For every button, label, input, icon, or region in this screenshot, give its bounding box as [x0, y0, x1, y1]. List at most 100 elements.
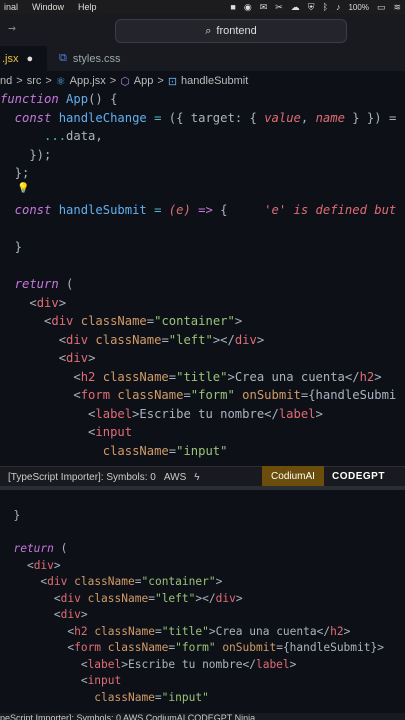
code-token: > [88, 351, 96, 365]
breadcrumb-item[interactable]: handleSubmit [181, 75, 248, 87]
code-line[interactable]: <div> [0, 607, 405, 624]
code-editor-bottom[interactable]: } return ( <div> <div className="contain… [0, 508, 405, 713]
css-file-icon: ⧉ [59, 52, 67, 64]
codium-button[interactable]: CodiumAI [262, 466, 324, 486]
bluetooth-icon[interactable]: ᛒ [323, 2, 328, 12]
code-token: = [146, 110, 169, 125]
code-line[interactable]: className="input" [0, 442, 405, 461]
menu-window[interactable]: Window [32, 2, 64, 12]
code-line[interactable] [0, 257, 405, 276]
code-line[interactable]: <label>Escribe tu nombre</label> [0, 405, 405, 424]
tab-label: styles.css [72, 52, 121, 65]
code-line[interactable]: <form className="form" onSubmit={handleS… [0, 386, 405, 405]
plug-icon[interactable]: ϟ [194, 472, 199, 483]
wifi-icon[interactable]: ≋ [393, 2, 401, 13]
code-token: "form" [190, 388, 243, 402]
code-line[interactable]: <input [0, 423, 405, 442]
battery-icon[interactable]: ▭ [377, 2, 386, 13]
code-line[interactable]: <div className="container"> [0, 312, 405, 331]
code-token: >Crea una cuenta</ [208, 624, 331, 638]
code-line[interactable]: className="input" [0, 690, 405, 707]
scissors-icon[interactable]: ✂ [275, 2, 283, 13]
breadcrumb-item[interactable]: src [27, 75, 42, 87]
code-token: 'e' is defined but [227, 203, 397, 217]
shield-icon[interactable]: ⛨ [308, 2, 315, 13]
code-token: < [0, 295, 37, 310]
code-line[interactable]: type="text" [0, 460, 405, 462]
code-token: ( [66, 277, 74, 291]
code-token: = [154, 624, 162, 638]
camera-icon[interactable]: ■ [230, 2, 235, 12]
code-line[interactable] [0, 183, 405, 202]
mail-icon[interactable]: ✉ [260, 2, 268, 13]
split-divider [0, 486, 405, 490]
code-token: App [66, 92, 89, 106]
modified-dot-icon[interactable]: ● [27, 53, 34, 65]
code-line[interactable]: <input [0, 673, 405, 690]
code-token: className [74, 575, 135, 588]
breadcrumb-separator: > [157, 75, 164, 87]
code-token: < [0, 657, 88, 671]
code-line[interactable]: <div className="left"></div> [0, 591, 405, 608]
code-line[interactable]: <div className="left"></div> [0, 331, 405, 350]
code-token: className [102, 369, 169, 384]
react-file-icon: ⚛ [55, 75, 66, 88]
code-line[interactable]: <div> [0, 294, 405, 313]
breadcrumb-separator: > [109, 75, 117, 87]
battery-percent: 100% [348, 2, 369, 12]
breadcrumb-item[interactable]: App [134, 75, 154, 87]
breadcrumb-item[interactable]: nd [0, 75, 12, 87]
code-line[interactable]: return ( [0, 541, 405, 558]
code-line[interactable]: <div> [0, 349, 405, 368]
forward-arrow-icon[interactable]: → [8, 21, 16, 36]
volume-icon[interactable]: ♪ [336, 2, 341, 12]
code-line[interactable]: <h2 className="title">Crea una cuenta</h… [0, 368, 405, 387]
code-line[interactable] [0, 220, 405, 239]
code-token: name [315, 110, 345, 125]
code-token: }); [0, 147, 52, 162]
tab-app-jsx[interactable]: .jsx ● [0, 46, 47, 71]
code-line[interactable]: <label>Escribe tu nombre</label> [0, 657, 405, 674]
tab-styles-css[interactable]: ⧉ styles.css [45, 46, 164, 71]
code-line[interactable]: ...data, [0, 127, 405, 146]
menu-help[interactable]: Help [78, 2, 97, 12]
cloud-icon[interactable]: ☁ [291, 2, 300, 13]
code-line[interactable]: <h2 className="title">Crea una cuenta</h… [0, 624, 405, 641]
record-icon[interactable]: ◉ [244, 2, 252, 13]
code-token: div [66, 351, 89, 365]
aws-status[interactable]: AWS [164, 472, 186, 483]
code-line[interactable]: }); [0, 146, 405, 165]
lightbulb-icon[interactable]: 💡 [17, 183, 29, 194]
code-token: ... [44, 129, 67, 143]
code-token: > [53, 558, 61, 572]
menu-terminal[interactable]: inal [4, 2, 18, 12]
code-token: return [0, 277, 67, 291]
code-line[interactable]: <div className="container"> [0, 574, 405, 591]
code-token: label [255, 657, 290, 671]
breadcrumb-item[interactable]: App.jsx [70, 75, 106, 87]
code-token: > [289, 657, 297, 671]
code-line[interactable]: <form className="form" onSubmit={handleS… [0, 640, 405, 657]
code-token: , [300, 110, 316, 125]
code-token: label [278, 406, 316, 421]
code-line[interactable]: } [0, 508, 405, 525]
code-line[interactable]: function App() { [0, 90, 405, 109]
code-line[interactable]: const handleSubmit = (e) => { 'e' is def… [0, 201, 405, 220]
code-line[interactable]: <div> [0, 558, 405, 575]
component-icon: ⬡ [120, 75, 130, 88]
code-line[interactable]: }; [0, 164, 405, 183]
code-line[interactable] [0, 525, 405, 542]
code-token: div [47, 575, 75, 588]
code-line[interactable]: const handleChange = ({ target: { value,… [0, 109, 405, 128]
code-token: const [0, 110, 59, 125]
code-token: > [374, 369, 382, 384]
codegpt-button[interactable]: CODEGPT [332, 466, 392, 486]
code-line[interactable]: } [0, 238, 405, 257]
code-token: className [80, 314, 147, 328]
code-editor-top[interactable]: function App() { const handleChange = ({… [0, 90, 405, 462]
ts-importer-status[interactable]: [TypeScript Importer]: Symbols: 0 [8, 472, 156, 483]
command-center-search[interactable]: ⌕ frontend [115, 19, 347, 43]
code-line[interactable]: return ( [0, 275, 405, 294]
code-token: (e) [168, 203, 199, 217]
